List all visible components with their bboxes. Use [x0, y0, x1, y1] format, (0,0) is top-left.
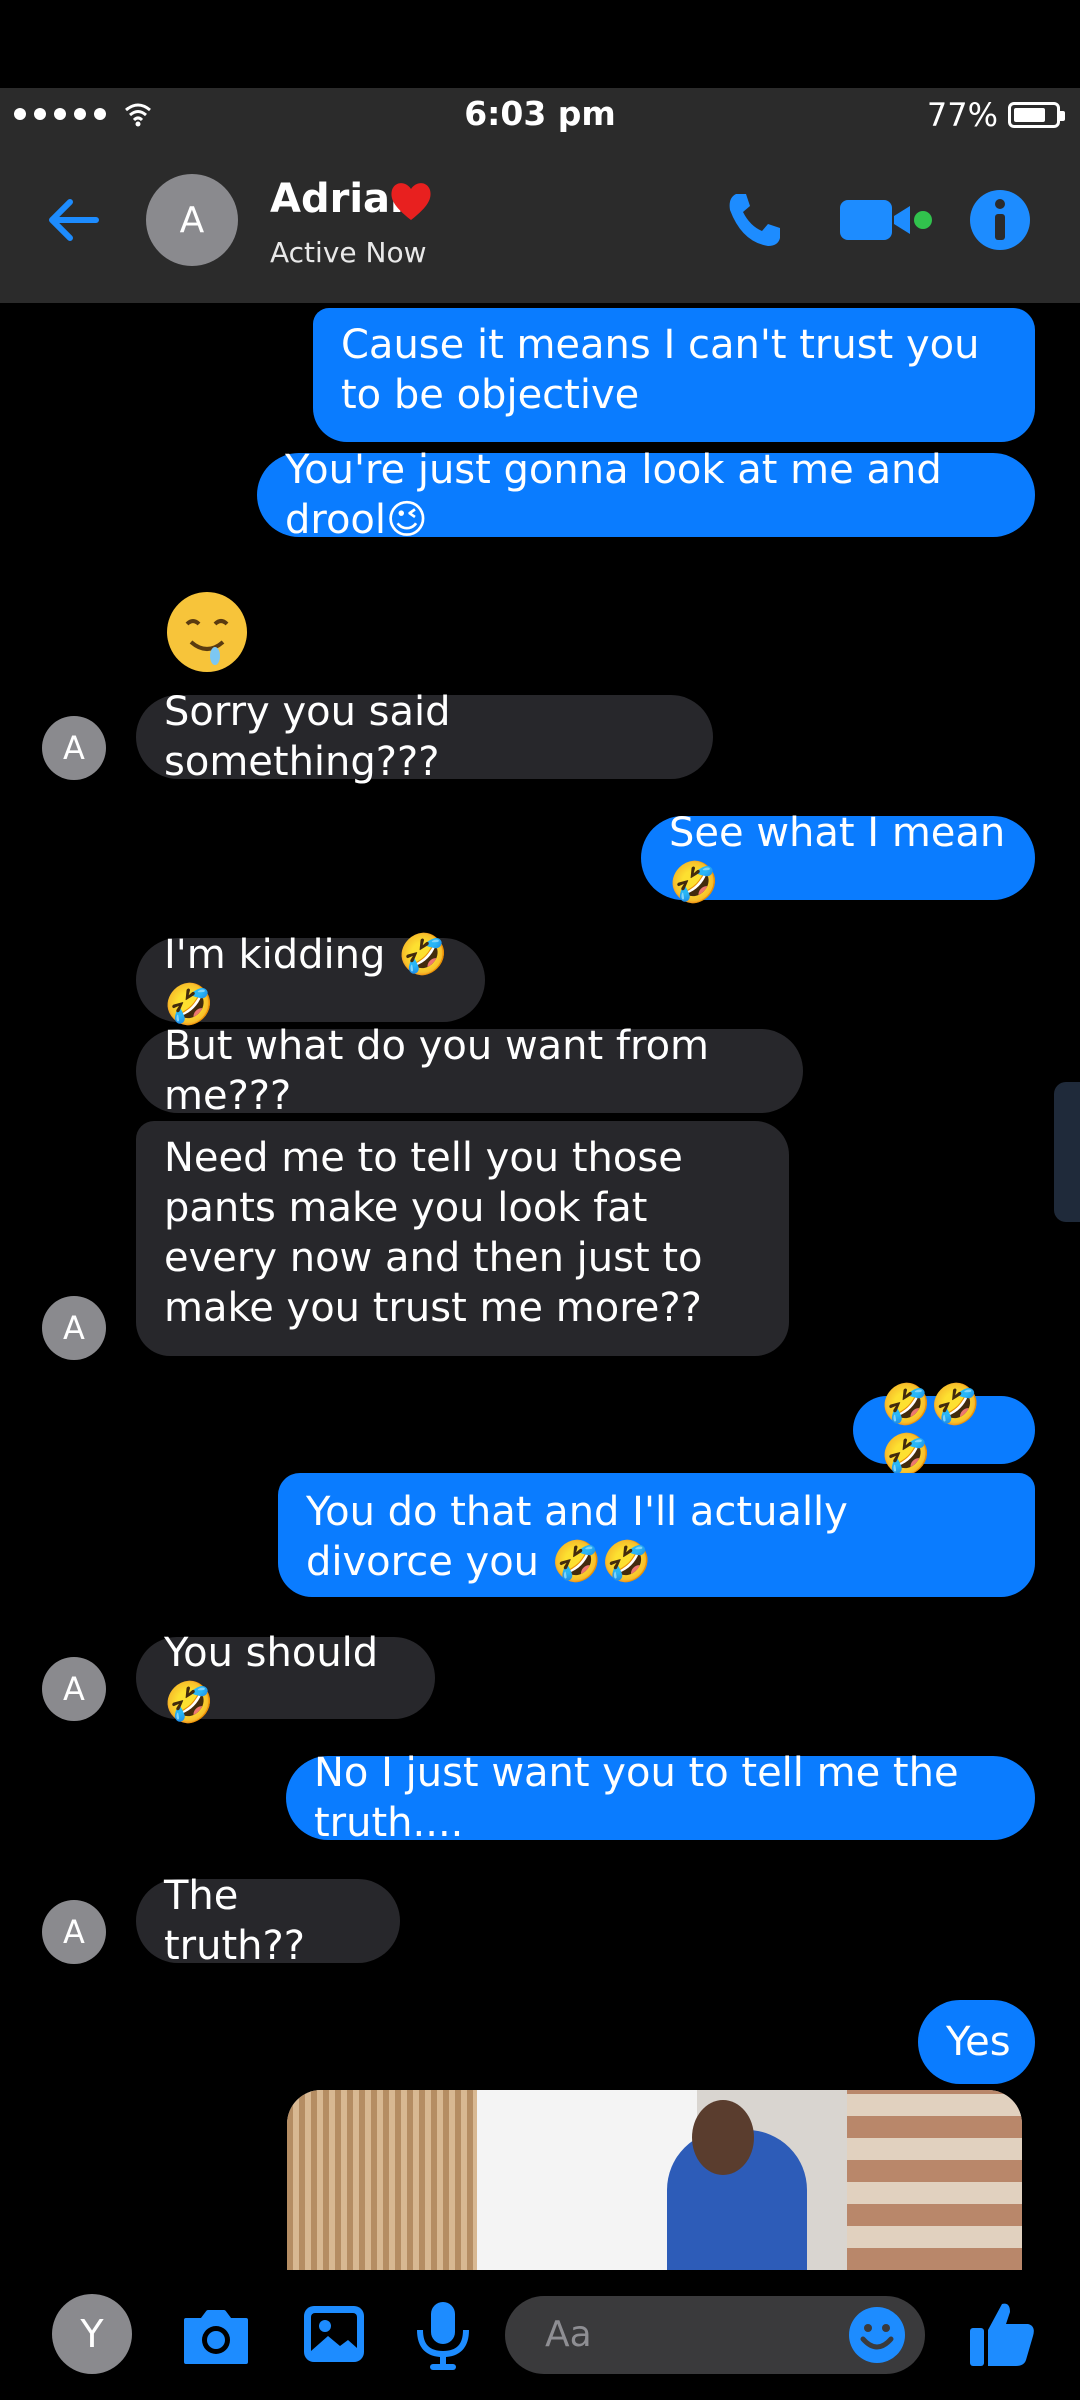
message-sent[interactable]: No I just want you to tell me the truth.…	[286, 1750, 1035, 1846]
message-input-placeholder: Aa	[545, 2314, 592, 2355]
emoji-smile-icon[interactable]	[847, 2305, 907, 2365]
shared-photo[interactable]	[287, 2090, 1022, 2270]
photo-window	[477, 2090, 697, 2270]
drooling-face-emoji	[167, 592, 247, 672]
battery-percent: 77%	[926, 96, 998, 134]
heart-icon	[391, 183, 431, 220]
gallery-icon[interactable]	[298, 2298, 370, 2370]
video-call-icon[interactable]	[838, 188, 932, 252]
battery-icon	[1008, 102, 1065, 128]
message-sent[interactable]: You're just gonna look at me and drool😉	[257, 447, 1035, 543]
message-received[interactable]: But what do you want from me???	[136, 1023, 803, 1119]
contact-mini-avatar[interactable]: A	[42, 716, 106, 780]
message-input[interactable]: Aa	[505, 2296, 925, 2374]
active-status: Active Now	[270, 236, 427, 269]
message-sent[interactable]: You do that and I'll actually divorce yo…	[278, 1473, 1035, 1597]
back-arrow-icon[interactable]	[42, 188, 106, 252]
message-sent[interactable]: Cause it means I can't trust you to be o…	[313, 308, 1035, 442]
contact-mini-avatar[interactable]: A	[42, 1657, 106, 1721]
info-icon[interactable]	[968, 188, 1032, 252]
contact-avatar[interactable]: A	[146, 174, 238, 266]
microphone-icon[interactable]	[410, 2298, 476, 2374]
message-received[interactable]: Need me to tell you those pants make you…	[136, 1121, 789, 1356]
status-time: 6:03 pm	[464, 94, 616, 133]
photo-head	[692, 2100, 754, 2175]
phone-icon[interactable]	[722, 188, 786, 252]
battery-indicator: 77%	[926, 96, 1065, 134]
thumbs-up-icon[interactable]	[966, 2296, 1038, 2372]
message-received[interactable]: The truth??	[136, 1873, 400, 1969]
message-received[interactable]: I'm kidding 🤣🤣	[136, 932, 485, 1028]
message-sent[interactable]: See what I mean🤣	[641, 810, 1035, 906]
contact-mini-avatar[interactable]: A	[42, 1296, 106, 1360]
composer-bar: Y Aa	[0, 2270, 1080, 2400]
message-received[interactable]: Sorry you said something???	[136, 689, 713, 785]
my-avatar[interactable]: Y	[52, 2294, 132, 2374]
camera-icon[interactable]	[180, 2300, 252, 2372]
status-bar: 6:03 pm 77%	[0, 88, 1080, 138]
photo-brick-wall	[847, 2090, 1022, 2270]
battery-fill	[1014, 108, 1045, 122]
photo-curtain	[287, 2090, 477, 2270]
top-black-strip	[0, 0, 1080, 88]
message-sent[interactable]: 🤣🤣🤣	[853, 1382, 1035, 1478]
chat-header: A Adrian Active Now	[0, 138, 1080, 303]
contact-mini-avatar[interactable]: A	[42, 1900, 106, 1964]
scrollbar[interactable]	[1054, 1082, 1080, 1222]
message-sent[interactable]: Yes	[918, 2000, 1035, 2084]
message-received[interactable]: You should🤣	[136, 1630, 435, 1726]
